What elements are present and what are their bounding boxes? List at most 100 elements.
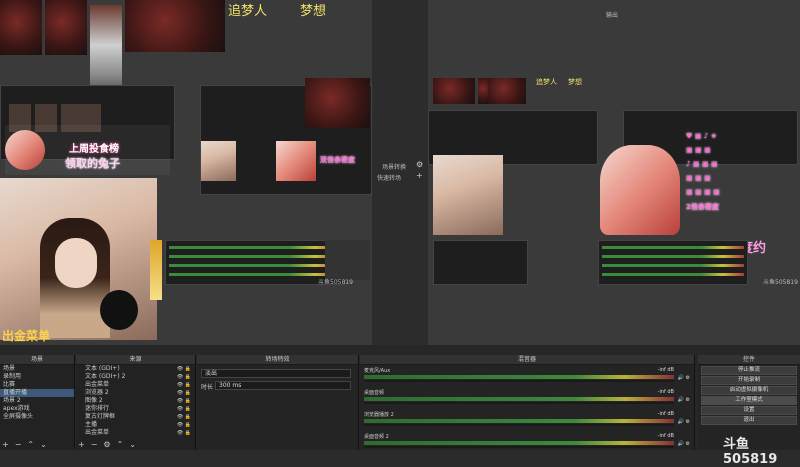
mixer-track: 桌面音频 -inf dB 🔊 ⚙ bbox=[364, 389, 690, 404]
mute-gear-icon[interactable]: 🔊 ⚙ bbox=[678, 419, 690, 425]
microphone bbox=[100, 290, 138, 330]
mixer-level-readout: -inf dB bbox=[657, 433, 674, 439]
duration-label: 时长 bbox=[201, 384, 214, 391]
source-label: 文本 (GDI+) 2 bbox=[85, 373, 126, 380]
chevron-down-icon[interactable]: ⌄ bbox=[40, 440, 47, 449]
chevron-up-icon[interactable]: ⌃ bbox=[117, 440, 124, 449]
visibility-lock-icon[interactable]: 👁 🔒 bbox=[177, 413, 191, 421]
mixer-track-name: 桌面音频 bbox=[364, 390, 385, 396]
output-canvas: 输出 追梦人 梦想 ♥ ▣ ♪ ★ ▣ ▣ ▣ ♪ ▣ ▣ ▣ ▣ ▣ ▣ ▣ … bbox=[428, 0, 800, 345]
volume-slider[interactable] bbox=[364, 424, 674, 426]
control-button[interactable]: 停止推流 bbox=[701, 366, 797, 375]
remove-icon[interactable]: − bbox=[91, 440, 98, 449]
scene-title-b: 梦想 bbox=[300, 4, 327, 19]
mixer-level-readout: -inf dB bbox=[657, 389, 674, 395]
source-item[interactable]: 出金菜单 👁 🔒 bbox=[76, 429, 195, 437]
control-button[interactable]: 退出 bbox=[701, 416, 797, 425]
scene-item[interactable]: 比赛 bbox=[0, 381, 74, 389]
control-button[interactable]: 设置 bbox=[701, 406, 797, 415]
source-item[interactable]: 浏览器 2 👁 🔒 bbox=[76, 389, 195, 397]
decoration bbox=[150, 240, 162, 300]
mini-sources bbox=[433, 240, 528, 285]
douyu-id: 斗鱼505819 bbox=[763, 279, 798, 286]
transition-select[interactable]: 淡出 bbox=[201, 369, 351, 378]
scene-item[interactable]: 全屏摄像头 bbox=[0, 413, 74, 421]
scene-title-b: 梦想 bbox=[568, 78, 582, 86]
mute-gear-icon[interactable]: 🔊 ⚙ bbox=[678, 375, 690, 381]
visibility-lock-icon[interactable]: 👁 🔒 bbox=[177, 421, 191, 429]
glove-thumbnail bbox=[0, 0, 42, 55]
source-item[interactable]: 主播 👁 🔒 bbox=[76, 421, 195, 429]
volume-meter bbox=[364, 375, 674, 379]
gear-icon[interactable]: ⚙ bbox=[416, 160, 423, 169]
source-item[interactable]: 出金菜单 👁 🔒 bbox=[76, 381, 195, 389]
promo-overlay: 上周投食榜 领取的兔子 bbox=[5, 125, 170, 175]
source-label: 图像 2 bbox=[85, 397, 103, 404]
glove-thumbnail bbox=[45, 0, 87, 55]
source-item[interactable]: 图像 2 👁 🔒 bbox=[76, 397, 195, 405]
volume-meter bbox=[364, 397, 674, 401]
controls-dock: 控件 停止推流 开始录制 启动虚拟摄像机 工作室模式 设置 退出 斗鱼505819 bbox=[698, 355, 800, 467]
source-label: 出金菜单 bbox=[85, 381, 110, 388]
webcam-feed bbox=[433, 155, 503, 235]
add-icon[interactable]: + bbox=[78, 440, 85, 449]
visibility-lock-icon[interactable]: 👁 🔒 bbox=[177, 373, 191, 381]
source-item[interactable]: 文本 (GDI+) 👁 🔒 bbox=[76, 365, 195, 373]
volume-slider[interactable] bbox=[364, 446, 674, 448]
visibility-lock-icon[interactable]: 👁 🔒 bbox=[177, 365, 191, 373]
mute-gear-icon[interactable]: 🔊 ⚙ bbox=[678, 397, 690, 403]
mute-gear-icon[interactable]: 🔊 ⚙ bbox=[678, 441, 690, 447]
volume-slider[interactable] bbox=[364, 380, 674, 382]
visibility-lock-icon[interactable]: 👁 🔒 bbox=[177, 397, 191, 405]
promo-text: 2倍亲密度 bbox=[686, 203, 719, 211]
source-item[interactable]: 文本 (GDI+) 2 👁 🔒 bbox=[76, 373, 195, 381]
mixer-track-name: 浏览器播放 2 bbox=[364, 412, 394, 418]
preview-canvas[interactable]: 追梦人 梦想 上周投食榜 领取的兔子 双倍亲密度 斗鱼505819 出金菜单 bbox=[0, 0, 372, 345]
mixer-track-name: 麦克风/Aux bbox=[364, 368, 391, 374]
controls-header: 控件 bbox=[698, 355, 800, 365]
source-label: 浏览器 2 bbox=[85, 389, 109, 396]
duration-input[interactable]: 300 ms bbox=[215, 381, 351, 390]
add-icon[interactable]: + bbox=[2, 440, 9, 449]
source-item[interactable]: 迷你排行 👁 🔒 bbox=[76, 405, 195, 413]
remove-icon[interactable]: − bbox=[15, 440, 22, 449]
glove-thumbnail bbox=[433, 78, 475, 104]
visibility-lock-icon[interactable]: 👁 🔒 bbox=[177, 389, 191, 397]
chevron-up-icon[interactable]: ⌃ bbox=[27, 440, 34, 449]
plus-icon[interactable]: + bbox=[416, 171, 423, 180]
transition-label: 场景转换 bbox=[382, 164, 407, 171]
volume-meter bbox=[364, 419, 674, 423]
visibility-lock-icon[interactable]: 👁 🔒 bbox=[177, 429, 191, 437]
scene-item[interactable]: 场景 2 bbox=[0, 397, 74, 405]
mixer-track: 桌面音频 2 -inf dB 🔊 ⚙ bbox=[364, 433, 690, 448]
mini-controls bbox=[325, 240, 370, 280]
scene-toolbar: + − ⌃ ⌄ bbox=[2, 440, 53, 449]
mixer-track-name: 桌面音频 2 bbox=[364, 434, 389, 440]
volume-slider[interactable] bbox=[364, 402, 674, 404]
control-button[interactable]: 工作室模式 bbox=[701, 396, 797, 405]
chevron-down-icon[interactable]: ⌄ bbox=[129, 440, 136, 449]
scenes-list: 场景 录制用 比赛 直播开播 场景 2 apex游戏 全屏摄像头 bbox=[0, 365, 74, 421]
control-button[interactable]: 启动虚拟摄像机 bbox=[701, 386, 797, 395]
scene-item[interactable]: 直播开播 bbox=[0, 389, 74, 397]
scenes-header: 场景 bbox=[0, 355, 74, 365]
output-header: 输出 bbox=[606, 12, 619, 19]
douyu-id: 斗鱼505819 bbox=[318, 279, 353, 286]
scenes-dock: 场景 场景 录制用 比赛 直播开播 场景 2 apex游戏 全屏摄像头 + − ⌃ ⌄ bbox=[0, 355, 75, 450]
sources-dock: 来源 文本 (GDI+) 👁 🔒 文本 (GDI+) 2 👁 🔒 出金菜单 👁 🔒 浏览器 … bbox=[76, 355, 196, 450]
promo-panel: ♥ ▣ ♪ ★ ▣ ▣ ▣ ♪ ▣ ▣ ▣ ▣ ▣ ▣ ▣ ▣ ▣ ▣ 2倍亲密… bbox=[686, 130, 796, 230]
scene-item[interactable]: 录制用 bbox=[0, 373, 74, 381]
scene-item[interactable]: 场景 bbox=[0, 365, 74, 373]
gear-icon[interactable]: ⚙ bbox=[103, 440, 110, 449]
control-button[interactable]: 开始录制 bbox=[701, 376, 797, 385]
sources-header: 来源 bbox=[76, 355, 195, 365]
dock-panel: 场景 场景 录制用 比赛 直播开播 场景 2 apex游戏 全屏摄像头 + − ⌃ ⌄ 来源 文本… bbox=[0, 345, 800, 467]
source-item[interactable]: 复古灯牌框 👁 🔒 bbox=[76, 413, 195, 421]
menu-overlay-text: 出金菜单 bbox=[2, 329, 51, 343]
source-label: 出金菜单 bbox=[85, 429, 110, 436]
glove-thumbnail bbox=[488, 78, 526, 104]
mini-mixer bbox=[598, 240, 748, 285]
visibility-lock-icon[interactable]: 👁 🔒 bbox=[177, 405, 191, 413]
scene-item[interactable]: apex游戏 bbox=[0, 405, 74, 413]
visibility-lock-icon[interactable]: 👁 🔒 bbox=[177, 381, 191, 389]
